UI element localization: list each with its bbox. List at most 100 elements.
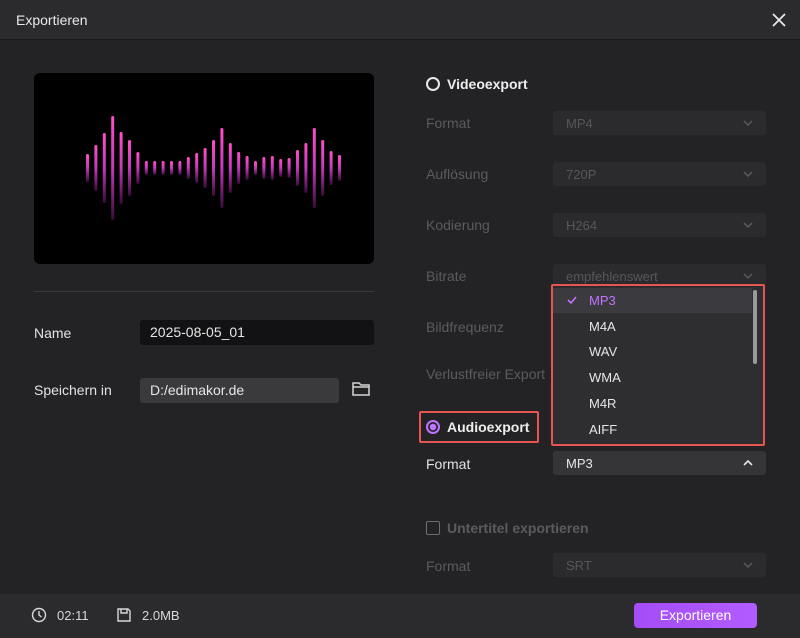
audio-format-label: Format [426, 456, 471, 472]
waveform-bar [220, 128, 224, 208]
audio-waveform-preview [34, 73, 374, 264]
chevron-up-icon [743, 459, 753, 466]
dropdown-option-aiff[interactable]: AIFF [552, 417, 752, 442]
audio-export-radio[interactable] [426, 420, 440, 434]
chevron-down-icon [743, 562, 753, 569]
audio-format-value: MP3 [566, 456, 593, 471]
waveform-bar [86, 154, 89, 182]
waveform-bar [304, 143, 308, 193]
waveform-bar [287, 158, 291, 178]
encoding-value: H264 [566, 218, 598, 233]
chevron-down-icon [743, 171, 753, 178]
waveform-bar [128, 140, 131, 196]
audio-format-dropdown: MP3 M4A WAV WMA M4R AIFF [552, 287, 764, 444]
subtitle-export-label: Untertitel exportieren [447, 520, 589, 536]
encoding-select: H264 [553, 213, 766, 237]
framerate-label: Bildfrequenz [426, 319, 504, 335]
option-label: MP3 [589, 293, 616, 308]
audio-export-option[interactable]: Audioexport [426, 419, 529, 435]
name-input[interactable]: 2025-08-05_01 [140, 320, 374, 345]
dialog-title: Exportieren [16, 12, 88, 28]
save-path-field[interactable]: D:/edimakor.de [140, 378, 339, 403]
dropdown-scrollbar[interactable] [753, 290, 757, 364]
subtitle-format-label: Format [426, 558, 471, 574]
waveform-bar [270, 156, 274, 180]
name-label: Name [34, 325, 72, 341]
duration-info: 02:11 [31, 607, 89, 623]
video-format-select: MP4 [553, 111, 766, 135]
waveform-bar [195, 153, 199, 183]
separator [34, 291, 374, 292]
video-export-option[interactable]: Videoexport [426, 76, 528, 92]
dropdown-option-wav[interactable]: WAV [552, 339, 752, 364]
chevron-down-icon [743, 222, 753, 229]
bitrate-value: empfehlenswert [566, 269, 658, 284]
filesize-value: 2.0MB [142, 607, 180, 623]
chevron-down-icon [743, 273, 753, 280]
audio-format-select[interactable]: MP3 [553, 451, 766, 475]
waveform-bar [312, 128, 316, 208]
waveform-bar [262, 157, 266, 179]
dropdown-option-wma[interactable]: WMA [552, 365, 752, 390]
waveform-bar [111, 116, 115, 220]
option-label: WMA [589, 370, 621, 385]
waveform-bar [170, 161, 173, 175]
subtitle-export-option[interactable]: Untertitel exportieren [426, 520, 589, 536]
dropdown-option-mp3[interactable]: MP3 [552, 288, 752, 313]
save-location-label: Speichern in [34, 382, 112, 398]
waveform-bar [136, 152, 140, 184]
dropdown-option-m4a[interactable]: M4A [552, 314, 752, 339]
waveform-bar [254, 161, 257, 175]
waveform-bar [212, 140, 215, 196]
clock-icon [31, 607, 47, 623]
video-export-label: Videoexport [447, 76, 528, 92]
export-dialog: Exportieren Name 2025-08-05_01 Speichern… [0, 0, 800, 638]
close-icon[interactable] [768, 9, 790, 31]
waveform-bar [161, 161, 165, 175]
waveform-bar [178, 161, 182, 175]
waveform-bar [186, 157, 190, 179]
waveform-graphic [86, 116, 341, 220]
resolution-label: Auflösung [426, 166, 489, 182]
video-export-radio[interactable] [426, 77, 440, 91]
resolution-value: 720P [566, 167, 597, 182]
export-button[interactable]: Exportieren [634, 603, 757, 628]
waveform-bar [228, 143, 232, 193]
video-format-label: Format [426, 115, 471, 131]
waveform-bar [94, 145, 98, 191]
waveform-bar [203, 148, 207, 188]
video-format-value: MP4 [566, 116, 593, 131]
subtitle-export-checkbox[interactable] [426, 521, 440, 535]
lossless-export-label: Verlustfreier Export [426, 366, 546, 382]
waveform-bar [279, 159, 283, 177]
chevron-down-icon [743, 120, 753, 127]
check-icon [567, 296, 577, 305]
waveform-bar [102, 133, 106, 203]
duration-value: 02:11 [57, 607, 89, 623]
waveform-bar [296, 150, 299, 186]
subtitle-format-select: SRT [553, 553, 766, 577]
subtitle-format-value: SRT [566, 558, 592, 573]
bitrate-label: Bitrate [426, 268, 467, 284]
audio-export-label: Audioexport [447, 419, 530, 435]
waveform-bar [321, 140, 325, 196]
option-label: M4A [589, 319, 616, 334]
waveform-bar [144, 161, 148, 175]
waveform-bar [153, 161, 157, 175]
encoding-label: Kodierung [426, 217, 490, 233]
dropdown-option-m4r[interactable]: M4R [552, 391, 752, 416]
waveform-bar [119, 132, 123, 204]
option-label: AIFF [589, 422, 618, 437]
save-disk-icon [117, 608, 131, 622]
waveform-bar [245, 156, 249, 180]
waveform-bar [329, 151, 333, 185]
title-bar: Exportieren [0, 0, 800, 40]
waveform-bar [237, 152, 241, 184]
resolution-select: 720P [553, 162, 766, 186]
waveform-bar [338, 155, 341, 181]
bitrate-select: empfehlenswert [553, 264, 766, 288]
folder-icon[interactable] [351, 380, 371, 398]
filesize-info: 2.0MB [116, 607, 180, 623]
option-label: M4R [589, 396, 617, 411]
option-label: WAV [589, 344, 618, 359]
